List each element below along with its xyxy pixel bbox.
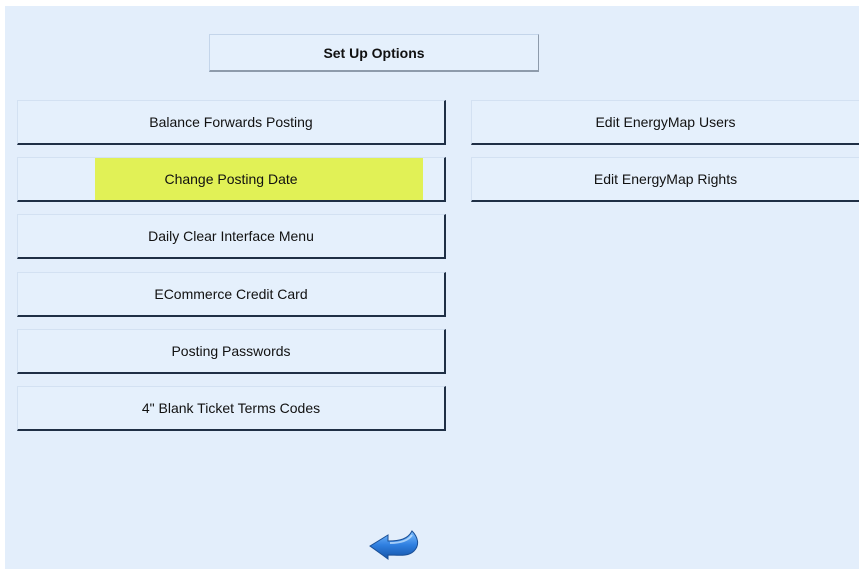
setup-options-screen: Set Up Options Balance Forwards Posting … <box>5 6 859 569</box>
balance-forwards-posting-button[interactable]: Balance Forwards Posting <box>17 100 446 145</box>
button-label: 4" Blank Ticket Terms Codes <box>141 400 321 416</box>
button-label: Edit EnergyMap Users <box>595 114 736 130</box>
edit-energymap-users-button[interactable]: Edit EnergyMap Users <box>471 100 859 145</box>
ecommerce-credit-card-button[interactable]: ECommerce Credit Card <box>17 272 446 317</box>
back-arrow-icon <box>369 530 419 560</box>
daily-clear-interface-menu-button[interactable]: Daily Clear Interface Menu <box>17 214 446 259</box>
edit-energymap-rights-button[interactable]: Edit EnergyMap Rights <box>471 157 859 202</box>
button-label: Posting Passwords <box>171 343 291 359</box>
blank-ticket-terms-codes-button[interactable]: 4" Blank Ticket Terms Codes <box>17 386 446 431</box>
change-posting-date-button[interactable]: Change Posting Date <box>17 157 446 202</box>
button-label: Edit EnergyMap Rights <box>593 171 738 187</box>
button-label: Balance Forwards Posting <box>149 114 313 130</box>
button-label: Change Posting Date <box>164 171 298 187</box>
back-button[interactable] <box>368 527 426 561</box>
page-title: Set Up Options <box>209 34 539 72</box>
posting-passwords-button[interactable]: Posting Passwords <box>17 329 446 374</box>
button-label: Daily Clear Interface Menu <box>148 228 314 244</box>
button-label: ECommerce Credit Card <box>154 286 308 302</box>
page-title-label: Set Up Options <box>323 44 425 61</box>
